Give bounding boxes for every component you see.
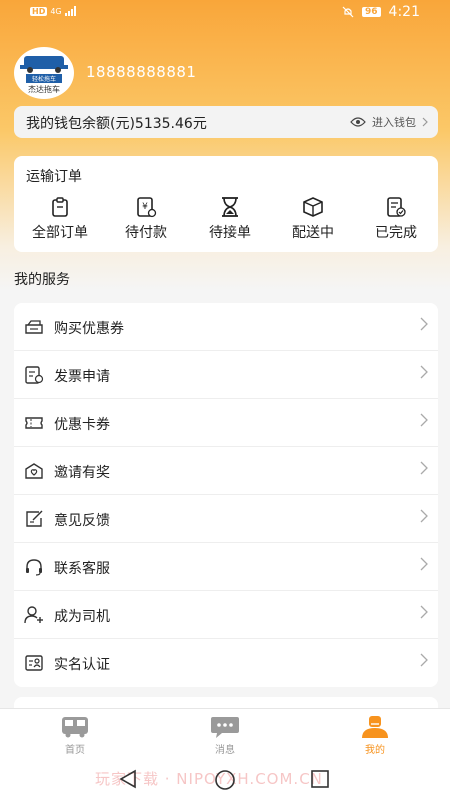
clock: 4:21	[388, 4, 420, 20]
wallet-balance: 我的钱包余额(元)5135.46元	[26, 116, 207, 132]
battery-level: 96	[362, 7, 381, 17]
recents-icon[interactable]	[310, 769, 330, 789]
svg-text:¥: ¥	[142, 202, 148, 212]
avatar-bottom-text: 杰达拖车	[28, 84, 60, 94]
network-sub: 4G	[50, 6, 62, 16]
avatar-top-text: 轻松拖车	[32, 75, 56, 83]
network-status: HD 4G	[30, 6, 76, 16]
enter-wallet-label[interactable]: 进入钱包	[372, 114, 416, 130]
coupon-purchase-icon	[25, 320, 43, 334]
chevron-right-icon	[420, 653, 428, 667]
package-icon	[303, 197, 323, 217]
service-contact-support[interactable]: 联系客服	[14, 543, 438, 591]
completed-doc-icon	[387, 197, 406, 217]
tab-label: 我的	[365, 745, 385, 756]
order-tab-label: 待接单	[209, 225, 251, 241]
invoice-icon	[25, 366, 44, 384]
chevron-right-icon	[420, 557, 428, 571]
chevron-right-icon	[420, 509, 428, 523]
order-tab-label: 全部订单	[32, 225, 88, 241]
transport-orders-card: 运输订单 全部订单 ¥ 待付款 待接单 配送中 已完成	[14, 156, 438, 252]
service-label: 购买优惠券	[54, 321, 124, 337]
eye-icon[interactable]	[350, 116, 366, 128]
signal-icon	[64, 6, 76, 16]
profile-icon	[362, 716, 388, 738]
service-label: 联系客服	[54, 561, 110, 577]
chevron-right-icon	[420, 461, 428, 475]
clipboard-icon	[52, 197, 68, 217]
back-icon[interactable]	[118, 769, 138, 789]
gift-envelope-icon	[25, 463, 43, 479]
mute-icon	[342, 6, 354, 18]
order-tab-pending[interactable]: 待接单	[190, 196, 270, 242]
headset-icon	[26, 559, 42, 576]
service-feedback[interactable]: 意见反馈	[14, 495, 438, 543]
yen-receipt-icon: ¥	[137, 197, 157, 218]
service-coupons[interactable]: 优惠卡券	[14, 399, 438, 447]
service-label: 邀请有奖	[54, 465, 110, 481]
service-label: 发票申请	[54, 369, 110, 385]
bottom-tab-bar: 首页 消息 我的	[0, 708, 450, 760]
service-label: 意见反馈	[54, 513, 110, 529]
chevron-right-icon	[420, 605, 428, 619]
network-type: HD	[30, 6, 48, 16]
system-status: 96 4:21	[342, 4, 420, 20]
services-list: 购买优惠券 发票申请 优惠卡券 邀请有奖 意见反馈 联系客服 成为司机 实名认证	[14, 303, 438, 687]
tab-label: 消息	[215, 745, 235, 756]
tab-mine[interactable]: 我的	[335, 715, 415, 756]
chevron-right-icon	[420, 365, 428, 379]
order-tab-all[interactable]: 全部订单	[20, 196, 100, 242]
message-icon	[211, 717, 239, 738]
order-tab-label: 待付款	[125, 225, 167, 241]
id-card-icon	[25, 655, 43, 671]
feedback-icon	[26, 510, 43, 527]
enter-wallet-link[interactable]: 进入钱包	[350, 114, 428, 130]
service-buy-coupon[interactable]: 购买优惠券	[14, 303, 438, 351]
tow-truck-logo: 轻松拖车 杰达拖车	[16, 49, 72, 97]
bus-icon	[62, 717, 88, 738]
tab-home[interactable]: 首页	[35, 715, 115, 756]
order-tab-unpaid[interactable]: ¥ 待付款	[106, 196, 186, 242]
chevron-right-icon	[422, 117, 428, 127]
add-user-icon	[24, 606, 43, 624]
order-tab-label: 配送中	[292, 225, 334, 241]
avatar[interactable]: 轻松拖车 杰达拖车	[14, 47, 74, 99]
chevron-right-icon	[420, 317, 428, 331]
service-label: 优惠卡券	[54, 417, 110, 433]
tab-label: 首页	[65, 745, 85, 756]
ticket-icon	[25, 417, 43, 429]
order-tab-label: 已完成	[375, 225, 417, 241]
service-real-name-auth[interactable]: 实名认证	[14, 639, 438, 687]
order-tab-completed[interactable]: 已完成	[356, 196, 436, 242]
service-label: 实名认证	[54, 657, 110, 673]
wallet-bar[interactable]: 我的钱包余额(元)5135.46元 进入钱包	[14, 106, 438, 138]
service-invite[interactable]: 邀请有奖	[14, 447, 438, 495]
hourglass-icon	[222, 197, 238, 217]
service-label: 成为司机	[54, 609, 110, 625]
tab-messages[interactable]: 消息	[185, 715, 265, 756]
chevron-right-icon	[420, 413, 428, 427]
user-phone: 18888888881	[86, 63, 197, 81]
service-invoice[interactable]: 发票申请	[14, 351, 438, 399]
services-title: 我的服务	[14, 272, 70, 288]
orders-title: 运输订单	[26, 169, 82, 185]
system-navigation-bar: 玩家下载 · NIPOYXH.COM.CN	[0, 760, 450, 800]
order-tab-delivering[interactable]: 配送中	[273, 196, 353, 242]
status-bar: HD 4G 96 4:21	[0, 0, 450, 26]
service-become-driver[interactable]: 成为司机	[14, 591, 438, 639]
home-circle-icon[interactable]	[214, 769, 236, 791]
